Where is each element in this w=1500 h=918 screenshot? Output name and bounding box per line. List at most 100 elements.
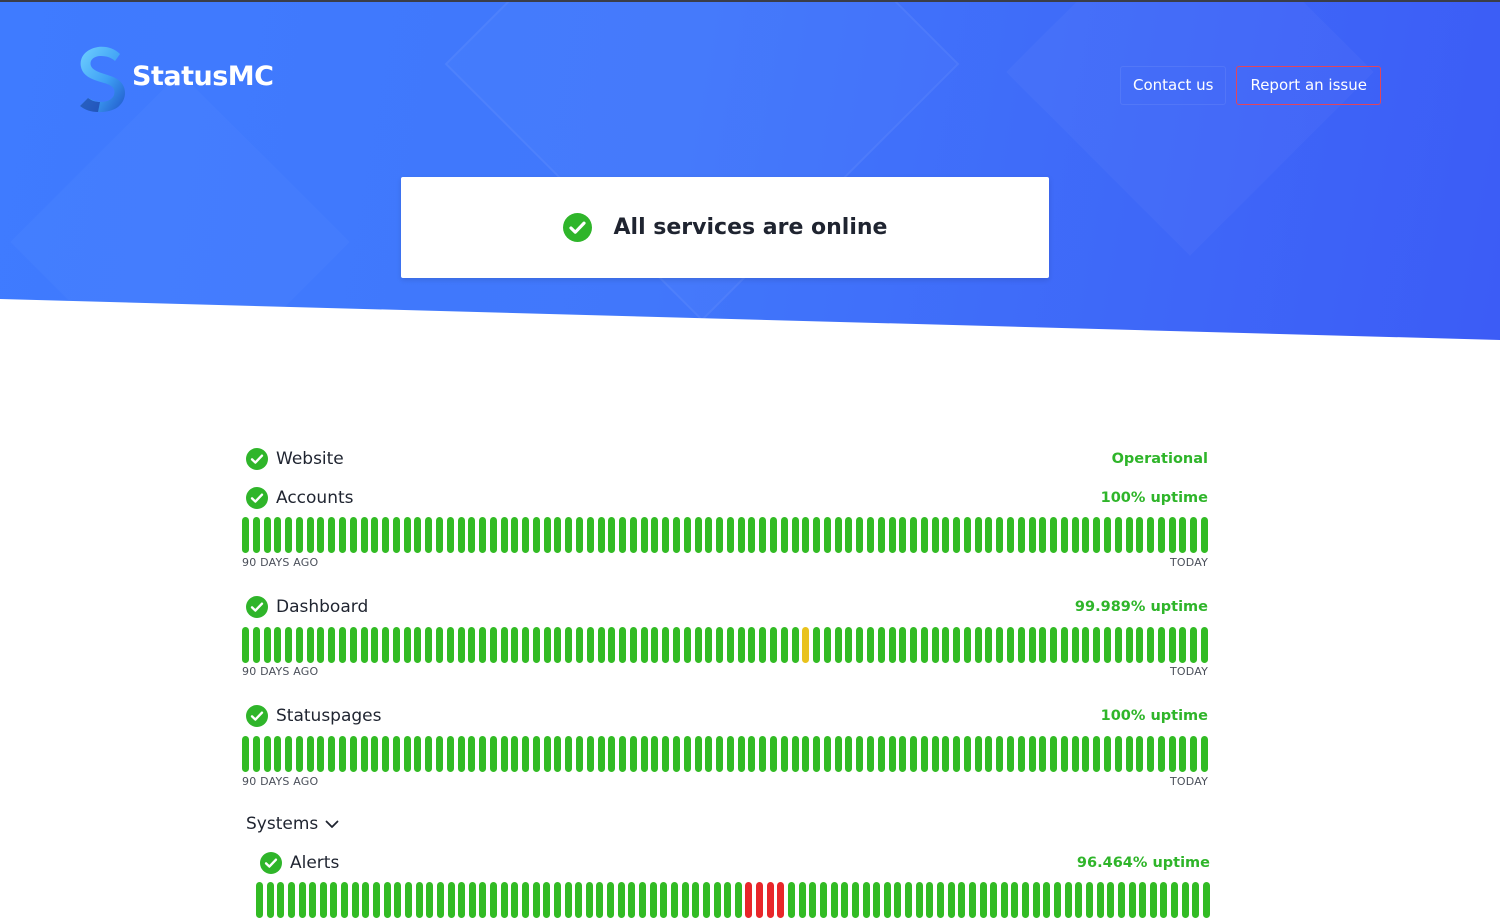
uptime-day-bar-operational[interactable] [1007,627,1015,663]
uptime-day-bar-operational[interactable] [328,517,336,553]
uptime-day-bar-operational[interactable] [915,882,923,918]
uptime-day-bar-outage[interactable] [756,882,764,918]
uptime-day-bar-operational[interactable] [1201,627,1208,663]
uptime-day-bar-operational[interactable] [242,627,249,663]
uptime-day-bar-operational[interactable] [360,627,368,663]
uptime-day-bar-operational[interactable] [845,736,853,772]
uptime-day-bar-operational[interactable] [1060,517,1068,553]
uptime-day-bar-operational[interactable] [371,627,379,663]
uptime-day-bar-operational[interactable] [862,882,870,918]
uptime-day-bar-operational[interactable] [565,627,573,663]
uptime-day-bar-operational[interactable] [373,882,381,918]
uptime-day-bar-operational[interactable] [683,517,691,553]
uptime-day-bar-operational[interactable] [1060,627,1068,663]
uptime-day-bar-operational[interactable] [1022,882,1030,918]
uptime-day-bar-operational[interactable] [285,517,293,553]
uptime-day-bar-operational[interactable] [823,736,831,772]
uptime-day-bar-operational[interactable] [349,736,357,772]
uptime-day-bar-operational[interactable] [899,627,907,663]
uptime-day-bar-operational[interactable] [681,882,689,918]
uptime-day-bar-operational[interactable] [942,736,950,772]
uptime-day-bar-operational[interactable] [1114,736,1122,772]
uptime-day-bar-operational[interactable] [716,517,724,553]
uptime-day-bar-operational[interactable] [263,627,271,663]
uptime-day-bar-operational[interactable] [330,882,338,918]
uptime-day-bar-operational[interactable] [306,627,314,663]
uptime-day-bar-operational[interactable] [920,517,928,553]
uptime-day-bar-operational[interactable] [263,736,271,772]
uptime-day-bar-operational[interactable] [1104,517,1112,553]
uptime-day-bar-operational[interactable] [446,736,454,772]
uptime-day-bar-operational[interactable] [306,517,314,553]
uptime-day-bar-operational[interactable] [586,517,594,553]
uptime-day-bar-operational[interactable] [338,517,346,553]
uptime-day-bar-operational[interactable] [979,882,987,918]
uptime-day-bar-operational[interactable] [759,627,767,663]
uptime-day-bar-operational[interactable] [791,517,799,553]
uptime-day-bar-operational[interactable] [759,517,767,553]
uptime-day-bar-operational[interactable] [489,517,497,553]
uptime-day-bar-operational[interactable] [543,736,551,772]
uptime-day-bar-outage[interactable] [766,882,774,918]
uptime-day-bar-operational[interactable] [662,517,670,553]
uptime-day-bar-operational[interactable] [651,736,659,772]
uptime-day-bar-operational[interactable] [931,517,939,553]
contact-us-button[interactable]: Contact us [1120,66,1227,105]
uptime-day-bar-operational[interactable] [1147,517,1155,553]
uptime-day-bar-operational[interactable] [468,736,476,772]
uptime-day-bar-operational[interactable] [662,736,670,772]
uptime-day-bar-operational[interactable] [963,736,971,772]
uptime-day-bar-operational[interactable] [974,627,982,663]
uptime-day-bar-operational[interactable] [554,627,562,663]
uptime-day-bar-operational[interactable] [963,627,971,663]
uptime-day-bar-operational[interactable] [705,736,713,772]
uptime-day-bar-operational[interactable] [920,627,928,663]
uptime-day-bar-operational[interactable] [985,736,993,772]
uptime-day-bar-operational[interactable] [841,882,849,918]
uptime-day-bar-operational[interactable] [651,627,659,663]
uptime-day-bar-operational[interactable] [662,627,670,663]
uptime-day-bar-operational[interactable] [274,627,282,663]
uptime-day-bar-operational[interactable] [1064,882,1072,918]
uptime-day-bar-operational[interactable] [639,882,647,918]
uptime-day-bar-operational[interactable] [586,736,594,772]
uptime-day-bar-operational[interactable] [371,517,379,553]
uptime-day-bar-operational[interactable] [716,627,724,663]
uptime-day-bar-operational[interactable] [414,736,422,772]
uptime-day-bar-operational[interactable] [479,517,487,553]
uptime-day-bar-operational[interactable] [1104,736,1112,772]
uptime-day-bar-operational[interactable] [532,736,540,772]
uptime-day-bar-operational[interactable] [877,627,885,663]
uptime-day-bar-operational[interactable] [791,627,799,663]
uptime-day-bar-operational[interactable] [619,736,627,772]
uptime-day-bar-operational[interactable] [1104,627,1112,663]
uptime-day-bar-operational[interactable] [985,627,993,663]
uptime-day-bar-operational[interactable] [1060,736,1068,772]
uptime-day-bar-operational[interactable] [392,627,400,663]
uptime-day-bar-operational[interactable] [274,736,282,772]
uptime-day-bar-operational[interactable] [673,736,680,772]
uptime-day-bar-operational[interactable] [802,517,810,553]
uptime-day-bar-operational[interactable] [403,736,411,772]
uptime-day-bar-operational[interactable] [990,882,998,918]
uptime-day-bar-operational[interactable] [702,882,710,918]
uptime-day-bar-operational[interactable] [1179,736,1187,772]
uptime-day-bar-operational[interactable] [996,627,1004,663]
uptime-day-bar-operational[interactable] [394,882,402,918]
uptime-day-bar-operational[interactable] [447,882,455,918]
uptime-day-bar-operational[interactable] [383,882,391,918]
uptime-day-bar-operational[interactable] [866,627,874,663]
uptime-day-bar-operational[interactable] [256,882,263,918]
uptime-day-bar-operational[interactable] [511,882,519,918]
uptime-day-bar-operational[interactable] [660,882,668,918]
uptime-day-bar-operational[interactable] [619,627,627,663]
uptime-day-bar-operational[interactable] [734,882,742,918]
uptime-day-bar-operational[interactable] [1147,736,1155,772]
uptime-day-bar-operational[interactable] [298,882,306,918]
uptime-day-bar-operational[interactable] [953,627,961,663]
uptime-day-bar-operational[interactable] [1128,882,1136,918]
uptime-day-bar-operational[interactable] [1007,517,1015,553]
uptime-day-bar-operational[interactable] [1071,517,1079,553]
uptime-day-bar-operational[interactable] [1168,736,1176,772]
uptime-day-bar-operational[interactable] [1160,882,1168,918]
